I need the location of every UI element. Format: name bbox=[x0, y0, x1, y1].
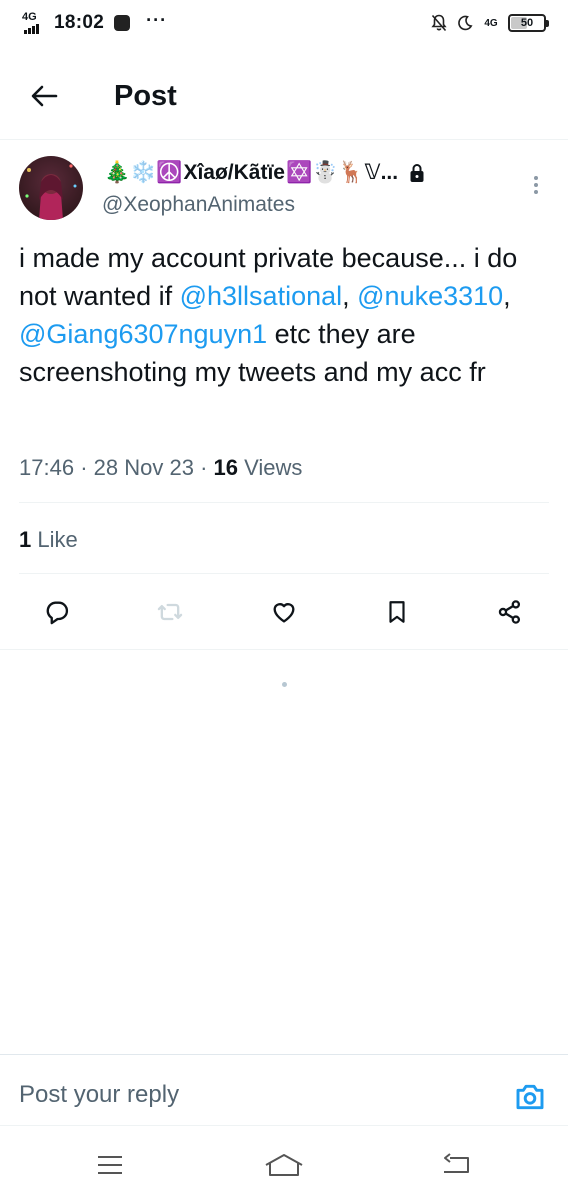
divider bbox=[19, 502, 549, 503]
home-button[interactable] bbox=[264, 1149, 304, 1181]
mention-link[interactable]: @Giang6307nguyn1 bbox=[19, 319, 267, 349]
like-button[interactable] bbox=[264, 592, 304, 632]
reply-icon bbox=[46, 601, 69, 625]
divider bbox=[19, 573, 549, 574]
home-icon bbox=[265, 1154, 303, 1176]
tweet-date: 28 Nov 23 bbox=[93, 455, 194, 480]
share-icon bbox=[498, 600, 521, 624]
battery-level: 50 bbox=[520, 17, 534, 29]
menu-button[interactable] bbox=[90, 1149, 130, 1181]
status-bar: 4G 18:02 ··· 4G 50 bbox=[0, 0, 568, 52]
likes-label: Like bbox=[37, 527, 78, 552]
back-nav-icon bbox=[444, 1153, 469, 1173]
share-button[interactable] bbox=[490, 592, 530, 632]
tweet-time: 17:46 bbox=[19, 455, 75, 480]
display-name[interactable]: 🎄❄️☮️ Xîaø/Kãtïe ✡️☃️🦌𝕍... bbox=[104, 160, 425, 185]
camera-button[interactable] bbox=[510, 1077, 550, 1117]
display-name-emoji-prefix: 🎄❄️☮️ bbox=[104, 160, 183, 184]
tweet-actions bbox=[0, 592, 568, 632]
header: Post bbox=[0, 52, 568, 140]
views-label: Views bbox=[244, 455, 303, 480]
status-more: ··· bbox=[146, 9, 168, 30]
status-left: 4G 18:02 ··· bbox=[22, 9, 168, 34]
tweet-text: i made my account private because... i d… bbox=[19, 243, 518, 387]
more-dot-icon bbox=[534, 176, 538, 180]
back-nav-button[interactable] bbox=[436, 1149, 476, 1181]
page-title: Post bbox=[114, 80, 177, 112]
notifications-off-icon bbox=[430, 14, 448, 32]
network-type: 4G bbox=[22, 11, 37, 23]
lock-icon bbox=[409, 163, 425, 183]
views-count: 16 bbox=[213, 455, 238, 480]
likes-link[interactable]: 1 Like bbox=[19, 527, 78, 553]
arrow-left-icon bbox=[31, 85, 58, 107]
display-name-emoji-suffix: ✡️☃️🦌𝕍... bbox=[286, 161, 399, 184]
divider bbox=[0, 649, 568, 650]
repost-icon bbox=[157, 603, 183, 621]
status-right: 4G 50 bbox=[430, 14, 549, 32]
back-button[interactable] bbox=[26, 78, 62, 114]
loading-indicator bbox=[282, 682, 287, 687]
camera-icon bbox=[516, 1084, 544, 1110]
bookmark-icon bbox=[389, 601, 405, 623]
display-name-core: Xîaø/Kãtïe bbox=[183, 160, 285, 184]
do-not-disturb-icon bbox=[456, 14, 474, 32]
network-4g-icon: 4G bbox=[484, 17, 498, 29]
reply-bar bbox=[0, 1054, 568, 1126]
mention-link[interactable]: @h3llsational bbox=[180, 281, 343, 311]
avatar[interactable] bbox=[19, 156, 83, 220]
battery-icon: 50 bbox=[508, 14, 549, 32]
status-time: 18:02 bbox=[54, 12, 105, 33]
repost-button[interactable] bbox=[150, 592, 190, 632]
screen-record-icon bbox=[114, 15, 131, 31]
reply-button[interactable] bbox=[37, 592, 77, 632]
bookmark-button[interactable] bbox=[377, 592, 417, 632]
signal-icon: 4G bbox=[22, 12, 46, 34]
user-handle[interactable]: @XeophanAnimates bbox=[102, 193, 295, 217]
mention-link[interactable]: @nuke3310 bbox=[357, 281, 503, 311]
system-nav-bar bbox=[0, 1127, 568, 1200]
more-options-button[interactable] bbox=[526, 170, 546, 200]
reply-input[interactable] bbox=[19, 1081, 439, 1109]
likes-count: 1 bbox=[19, 527, 32, 552]
tweet-meta: 17:46 · 28 Nov 23 · 16 Views bbox=[19, 455, 303, 480]
like-icon bbox=[273, 603, 295, 623]
menu-icon bbox=[98, 1156, 122, 1174]
